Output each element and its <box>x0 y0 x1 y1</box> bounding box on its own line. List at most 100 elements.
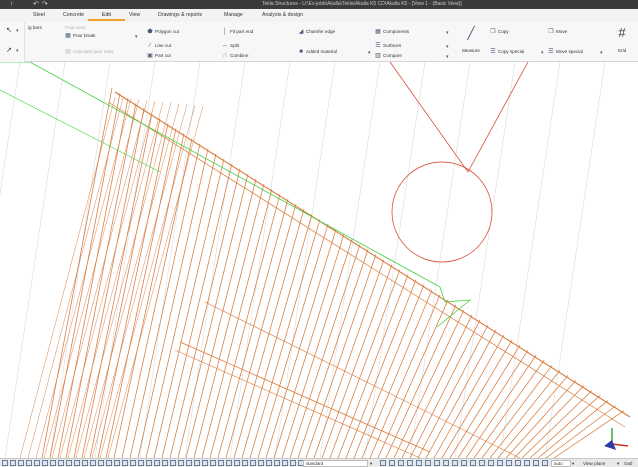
status-tool-icon[interactable] <box>90 460 96 466</box>
status-tool-icon[interactable] <box>50 460 56 466</box>
grid-button[interactable]: # Grid <box>611 26 633 54</box>
status-tool-icon[interactable] <box>66 460 72 466</box>
status-tool-icon[interactable] <box>470 460 476 466</box>
status-tool-icon[interactable] <box>42 460 48 466</box>
status-tool-icon[interactable] <box>146 460 152 466</box>
status-tool-icon[interactable] <box>290 460 296 466</box>
snap-tool-icon[interactable]: ↗ <box>6 46 12 54</box>
components-button[interactable]: ▦ Components <box>375 28 409 36</box>
status-tool-icon[interactable] <box>82 460 88 466</box>
status-tool-icon[interactable] <box>479 460 485 466</box>
status-tool-icon[interactable] <box>234 460 240 466</box>
chevron-down-icon[interactable]: ▾ <box>572 459 574 467</box>
tab-steel[interactable]: Steel <box>33 9 45 22</box>
surfaces-button[interactable]: ☰ Surfaces <box>375 42 401 50</box>
status-tool-icon[interactable] <box>497 460 503 466</box>
status-tool-icon[interactable] <box>114 460 120 466</box>
added-material-button[interactable]: ■ Added material <box>298 48 337 56</box>
status-tool-icon[interactable] <box>210 460 216 466</box>
chevron-down-icon[interactable]: ▾ <box>600 50 603 56</box>
status-tool-icon[interactable] <box>250 460 256 466</box>
model-view[interactable] <box>0 62 638 458</box>
line-cut-button[interactable]: ∕ Line cut <box>147 42 171 50</box>
status-tool-icon[interactable] <box>515 460 521 466</box>
status-tool-icon[interactable] <box>170 460 176 466</box>
move-special-button[interactable]: ☰ Move special <box>548 48 583 56</box>
part-cut-button[interactable]: ▣ Part cut <box>147 52 171 60</box>
status-tool-icon[interactable] <box>202 460 208 466</box>
status-tool-icon[interactable] <box>452 460 458 466</box>
status-tool-icon[interactable] <box>98 460 104 466</box>
chevron-down-icon[interactable]: ▾ <box>541 50 544 56</box>
status-tool-icon[interactable] <box>407 460 413 466</box>
status-tool-icon[interactable] <box>416 460 422 466</box>
status-tool-icon[interactable] <box>282 460 288 466</box>
phase-selector[interactable]: standard <box>303 460 368 467</box>
status-tool-icon[interactable] <box>258 460 264 466</box>
status-tool-icon[interactable] <box>425 460 431 466</box>
chevron-down-icon[interactable]: ▾ <box>135 34 138 40</box>
status-tool-icon[interactable] <box>242 460 248 466</box>
redo-icon[interactable]: ↷ <box>42 0 48 9</box>
combine-button[interactable]: ∴ Combine <box>222 52 248 60</box>
calculate-pour-units-button[interactable]: ▤ Calculate pour units <box>65 48 113 56</box>
status-tool-icon[interactable] <box>106 460 112 466</box>
status-tool-icon[interactable] <box>380 460 386 466</box>
chevron-down-icon[interactable]: ▾ <box>617 459 619 467</box>
status-tool-icon[interactable] <box>58 460 64 466</box>
model-drawing[interactable] <box>0 62 638 458</box>
status-tool-icon[interactable] <box>266 460 272 466</box>
measure-button[interactable]: ╱ Measure <box>458 26 484 53</box>
status-tool-icon[interactable] <box>274 460 280 466</box>
compare-button[interactable]: ▥ Compare <box>375 52 402 60</box>
reinforcing-bars-label[interactable]: ig bars <box>28 24 42 32</box>
status-tool-icon[interactable] <box>186 460 192 466</box>
status-tool-icon[interactable] <box>2 460 8 466</box>
chevron-down-icon[interactable]: ▾ <box>16 48 19 54</box>
tab-concrete[interactable]: Concrete <box>63 9 84 22</box>
move-button[interactable]: ❐ Move <box>548 28 567 36</box>
chevron-down-icon[interactable]: ▾ <box>370 459 372 467</box>
status-tool-icon[interactable] <box>461 460 467 466</box>
pour-view-button[interactable]: Pour view <box>65 24 85 32</box>
pour-break-button[interactable]: ▦ Pour break <box>65 32 95 40</box>
auto-selector[interactable]: auto <box>551 460 571 467</box>
copy-special-button[interactable]: ☰ Copy special <box>490 48 524 56</box>
status-tool-icon[interactable] <box>194 460 200 466</box>
chevron-down-icon[interactable]: ▾ <box>16 28 19 34</box>
status-tool-icon[interactable] <box>138 460 144 466</box>
status-tool-icon[interactable] <box>506 460 512 466</box>
status-tool-icon[interactable] <box>524 460 530 466</box>
status-tool-icon[interactable] <box>488 460 494 466</box>
split-button[interactable]: ⇔ Split <box>222 42 239 50</box>
select-arrow-icon[interactable]: ↖ <box>6 26 12 34</box>
tab-edit[interactable]: Edit <box>88 9 125 22</box>
fit-part-end-button[interactable]: │ Fit part end <box>222 28 253 36</box>
status-tool-icon[interactable] <box>18 460 24 466</box>
status-tool-icon[interactable] <box>130 460 136 466</box>
status-tool-icon[interactable] <box>443 460 449 466</box>
outline-selector[interactable]: Outl <box>624 459 632 467</box>
status-tool-icon[interactable] <box>218 460 224 466</box>
tab-analysis-design[interactable]: Analysis & design <box>262 9 303 22</box>
chevron-down-icon[interactable]: ▾ <box>446 54 449 60</box>
status-tool-icon[interactable] <box>74 460 80 466</box>
tab-view[interactable]: View <box>129 9 140 22</box>
status-tool-icon[interactable] <box>398 460 404 466</box>
status-tool-icon[interactable] <box>542 460 548 466</box>
save-icon[interactable]: ↑ <box>10 0 14 9</box>
status-tool-icon[interactable] <box>122 460 128 466</box>
status-tool-icon[interactable] <box>533 460 539 466</box>
chevron-down-icon[interactable]: ▾ <box>446 44 449 50</box>
undo-icon[interactable]: ↶ <box>33 0 39 9</box>
status-tool-icon[interactable] <box>154 460 160 466</box>
tab-manage[interactable]: Manage <box>224 9 243 22</box>
status-tool-icon[interactable] <box>34 460 40 466</box>
chamfer-edge-button[interactable]: ◢ Chamfer edge <box>298 28 335 36</box>
chevron-down-icon[interactable]: ▾ <box>368 50 371 56</box>
status-tool-icon[interactable] <box>178 460 184 466</box>
status-tool-icon[interactable] <box>434 460 440 466</box>
tab-drawings-reports[interactable]: Drawings & reports <box>158 9 202 22</box>
status-tool-icon[interactable] <box>226 460 232 466</box>
view-plane-selector[interactable]: View plane <box>583 459 605 467</box>
